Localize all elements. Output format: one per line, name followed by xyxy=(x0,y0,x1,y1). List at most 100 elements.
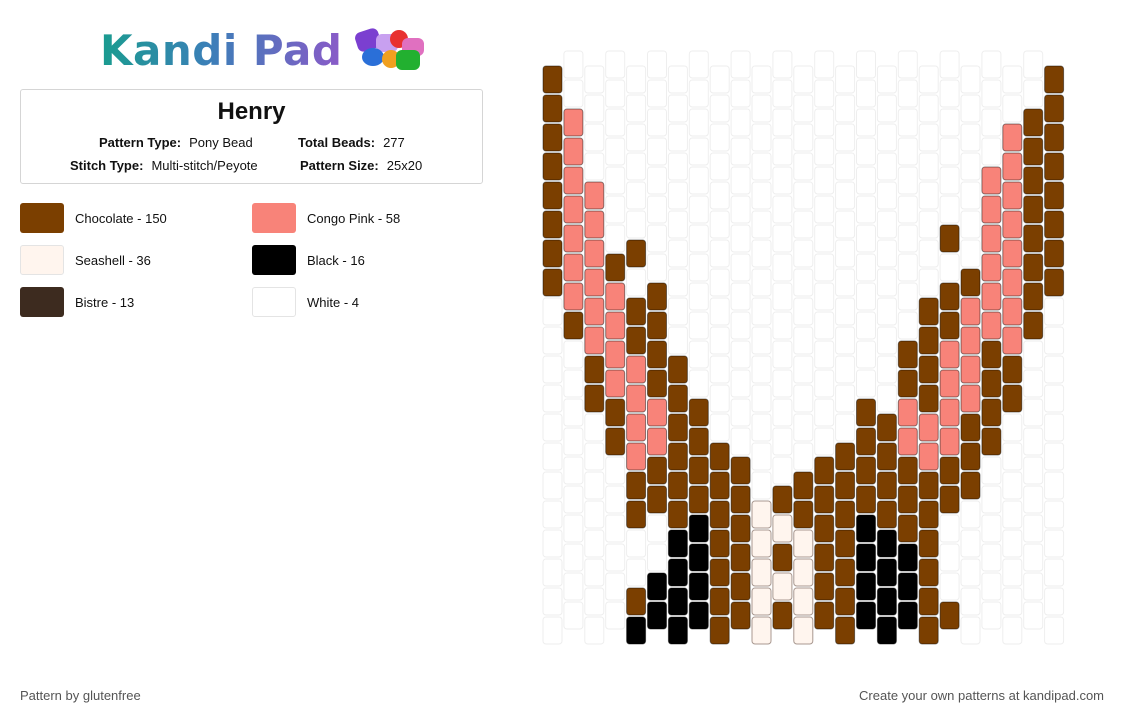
bead xyxy=(960,471,981,500)
bead-pattern-grid xyxy=(542,50,1065,645)
bead xyxy=(793,500,814,529)
empty-bead xyxy=(856,50,876,79)
empty-bead xyxy=(667,152,688,181)
bead xyxy=(856,398,876,427)
bead xyxy=(1044,268,1065,297)
empty-bead xyxy=(981,543,1002,572)
empty-bead xyxy=(897,195,918,224)
empty-bead xyxy=(730,253,751,282)
bead xyxy=(960,297,981,326)
bead xyxy=(730,543,751,572)
empty-bead xyxy=(1023,485,1044,514)
empty-bead xyxy=(960,587,981,616)
empty-bead xyxy=(876,152,897,181)
empty-bead xyxy=(918,65,939,94)
empty-bead xyxy=(647,514,667,543)
bead xyxy=(939,398,960,427)
bead xyxy=(1023,166,1044,195)
empty-bead xyxy=(876,326,897,355)
empty-bead xyxy=(793,413,814,442)
bead xyxy=(960,413,981,442)
empty-bead xyxy=(688,311,709,340)
empty-bead xyxy=(1023,601,1044,630)
empty-bead xyxy=(897,50,918,79)
empty-bead xyxy=(688,282,709,311)
bead xyxy=(542,65,563,94)
bead xyxy=(981,166,1002,195)
bead xyxy=(876,471,897,500)
empty-bead xyxy=(709,94,730,123)
empty-bead xyxy=(626,210,647,239)
empty-bead xyxy=(751,355,772,384)
empty-bead xyxy=(835,239,856,268)
empty-bead xyxy=(876,65,897,94)
empty-bead xyxy=(667,239,688,268)
empty-bead xyxy=(667,94,688,123)
bead xyxy=(709,616,730,645)
bead xyxy=(897,427,918,456)
empty-bead xyxy=(751,442,772,471)
empty-bead xyxy=(793,326,814,355)
empty-bead xyxy=(647,166,667,195)
bead xyxy=(647,601,667,630)
bead xyxy=(647,369,667,398)
empty-bead xyxy=(1002,529,1023,558)
bead xyxy=(876,558,897,587)
bead xyxy=(856,485,876,514)
bead xyxy=(563,108,584,137)
empty-bead xyxy=(772,311,793,340)
bead xyxy=(876,587,897,616)
bead xyxy=(626,500,647,529)
empty-bead xyxy=(939,543,960,572)
bead xyxy=(584,384,605,413)
bead xyxy=(814,485,835,514)
bead xyxy=(626,471,647,500)
bead xyxy=(688,572,709,601)
empty-bead xyxy=(835,326,856,355)
bead xyxy=(876,529,897,558)
bead xyxy=(1002,152,1023,181)
empty-bead xyxy=(563,427,584,456)
empty-bead xyxy=(835,123,856,152)
empty-bead xyxy=(1044,442,1065,471)
empty-bead xyxy=(793,94,814,123)
empty-bead xyxy=(605,601,626,630)
bead xyxy=(981,427,1002,456)
empty-bead xyxy=(835,297,856,326)
bead xyxy=(814,601,835,630)
empty-bead xyxy=(1044,529,1065,558)
bead xyxy=(709,529,730,558)
bead xyxy=(647,427,667,456)
empty-bead xyxy=(835,355,856,384)
bead xyxy=(709,558,730,587)
empty-bead xyxy=(605,50,626,79)
empty-bead xyxy=(876,210,897,239)
bead xyxy=(981,282,1002,311)
empty-bead xyxy=(584,123,605,152)
bead xyxy=(542,239,563,268)
bead xyxy=(918,500,939,529)
bead xyxy=(876,413,897,442)
bead xyxy=(667,442,688,471)
empty-bead xyxy=(897,166,918,195)
empty-bead xyxy=(772,340,793,369)
empty-bead xyxy=(626,181,647,210)
kandipad-link[interactable]: Create your own patterns at kandipad.com xyxy=(859,688,1104,703)
empty-bead xyxy=(751,210,772,239)
empty-bead xyxy=(688,79,709,108)
bead xyxy=(605,369,626,398)
empty-bead xyxy=(584,471,605,500)
empty-bead xyxy=(647,543,667,572)
empty-bead xyxy=(1023,398,1044,427)
bead xyxy=(897,456,918,485)
empty-bead xyxy=(897,253,918,282)
bead xyxy=(647,485,667,514)
bead xyxy=(835,587,856,616)
bead xyxy=(584,239,605,268)
bead xyxy=(981,369,1002,398)
bead xyxy=(751,500,772,529)
bead xyxy=(584,297,605,326)
empty-bead xyxy=(688,369,709,398)
empty-bead xyxy=(542,442,563,471)
bead xyxy=(1002,181,1023,210)
